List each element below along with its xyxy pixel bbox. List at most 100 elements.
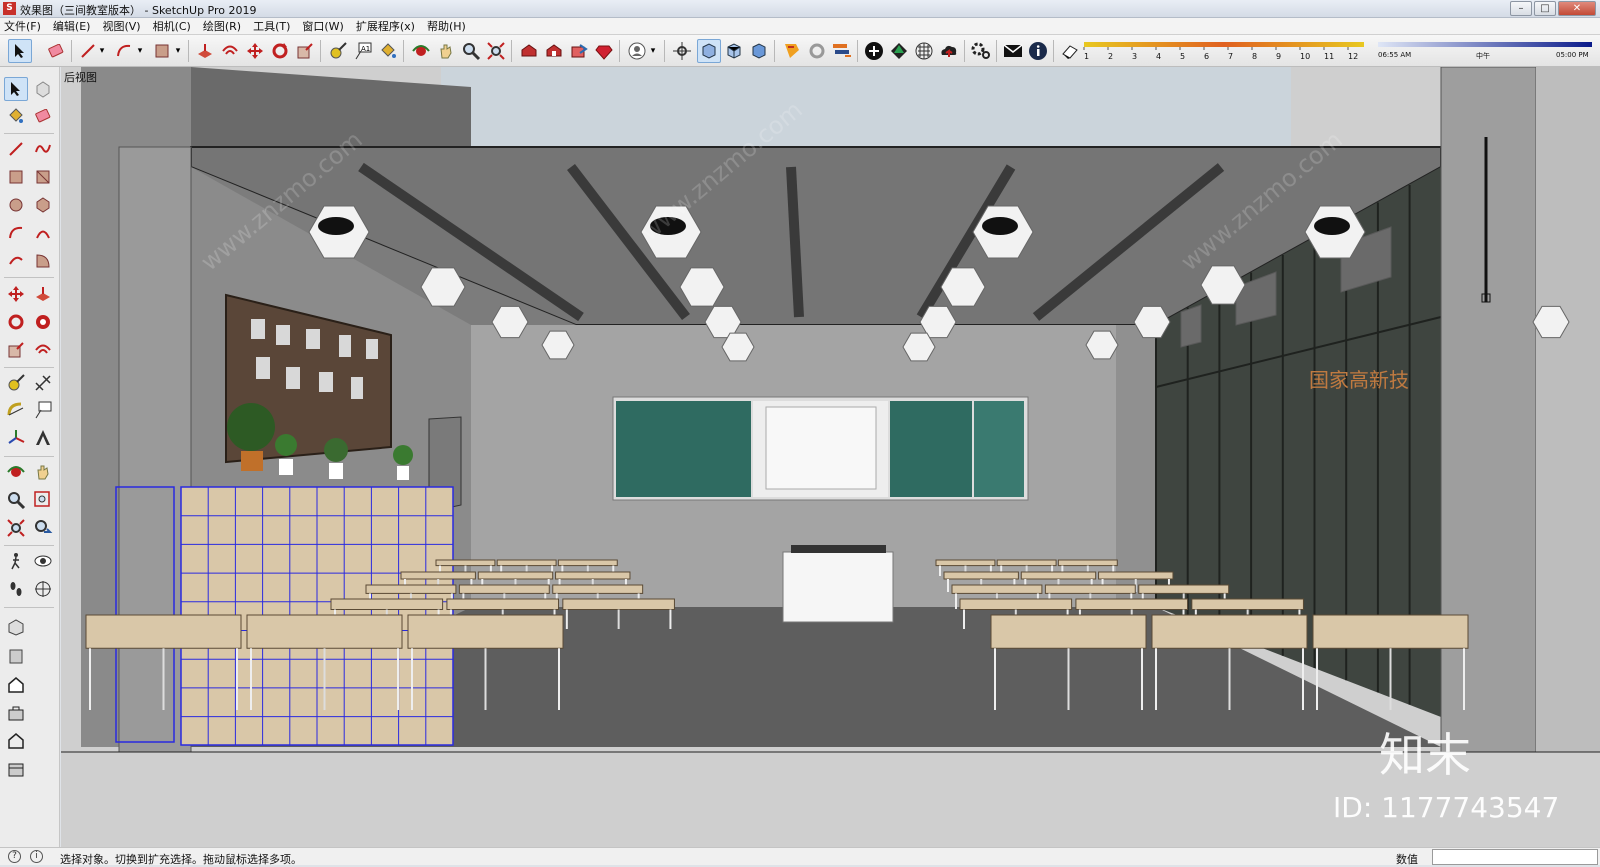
- axes-icon[interactable]: [4, 426, 28, 450]
- menu-camera[interactable]: 相机(C): [153, 18, 191, 34]
- user-account-icon[interactable]: [625, 39, 649, 63]
- zoom-window-icon[interactable]: [31, 488, 55, 512]
- rectangle-tool-icon[interactable]: [4, 165, 28, 189]
- components-icon[interactable]: [4, 644, 28, 668]
- minimize-button[interactable]: –: [1510, 1, 1532, 16]
- styles-icon[interactable]: [780, 39, 804, 63]
- move-icon[interactable]: [4, 282, 28, 306]
- shadow-time-slider[interactable]: 06:55 AM 中午 05:00 PM: [1376, 39, 1596, 63]
- section-plane-icon[interactable]: [31, 577, 55, 601]
- storage-box-icon[interactable]: [4, 757, 28, 781]
- zoom-extents-icon[interactable]: [4, 516, 28, 540]
- text-tool-icon[interactable]: A1: [351, 39, 375, 63]
- menu-help[interactable]: 帮助(H): [427, 18, 466, 34]
- message-icon[interactable]: [1001, 39, 1025, 63]
- extension-warehouse-icon[interactable]: [542, 39, 566, 63]
- gear-icon[interactable]: [969, 39, 993, 63]
- terrain-icon[interactable]: [887, 39, 911, 63]
- measurements-input[interactable]: [1432, 849, 1598, 865]
- eraser-icon[interactable]: [44, 39, 68, 63]
- home-outline-icon[interactable]: [4, 729, 28, 753]
- zoom-extents-icon[interactable]: [484, 39, 508, 63]
- model-viewport[interactable]: 国家高新技 训基 后视图 知末 ID: 1177743547 www.znzmo…: [61, 67, 1600, 847]
- menu-edit[interactable]: 编辑(E): [53, 18, 91, 34]
- menu-tools[interactable]: 工具(T): [253, 18, 290, 34]
- chevron-down-icon[interactable]: ▾: [134, 39, 146, 63]
- two-point-arc-icon[interactable]: [31, 221, 55, 245]
- menu-window[interactable]: 窗口(W): [302, 18, 343, 34]
- pan-icon[interactable]: [434, 39, 458, 63]
- zoom-icon[interactable]: [4, 488, 28, 512]
- sketchup-app-icon[interactable]: S: [3, 2, 16, 15]
- pan-icon[interactable]: [31, 460, 55, 484]
- paint-bucket-icon[interactable]: [4, 104, 28, 128]
- maximize-button[interactable]: □: [1534, 1, 1556, 16]
- view-top-icon[interactable]: [747, 39, 771, 63]
- arc-tool-icon[interactable]: [112, 39, 136, 63]
- menu-file[interactable]: 文件(F): [4, 18, 41, 34]
- rotate-icon[interactable]: [268, 39, 292, 63]
- line-tool-icon[interactable]: [4, 137, 28, 161]
- offset-icon[interactable]: [31, 338, 55, 362]
- freehand-icon[interactable]: [31, 137, 55, 161]
- select-tool-icon[interactable]: [8, 39, 32, 63]
- orbit-icon[interactable]: [409, 39, 433, 63]
- arc-tool-icon[interactable]: [4, 221, 28, 245]
- walk-icon[interactable]: [4, 549, 28, 573]
- menu-view[interactable]: 视图(V): [102, 18, 140, 34]
- add-location-icon[interactable]: [862, 39, 886, 63]
- scale-icon[interactable]: [4, 338, 28, 362]
- follow-me-icon[interactable]: [31, 310, 55, 334]
- warehouse-icon[interactable]: [517, 39, 541, 63]
- scale-icon[interactable]: [293, 39, 317, 63]
- previous-view-icon[interactable]: [31, 516, 55, 540]
- warehouse-model-icon[interactable]: [4, 615, 28, 639]
- three-point-arc-icon[interactable]: [4, 249, 28, 273]
- dimension-icon[interactable]: [31, 371, 55, 395]
- shadow-toggle-icon[interactable]: [1058, 39, 1082, 63]
- pie-tool-icon[interactable]: [31, 249, 55, 273]
- chevron-down-icon[interactable]: ▾: [96, 39, 108, 63]
- briefcase-icon[interactable]: [4, 701, 28, 725]
- rotate-icon[interactable]: [4, 310, 28, 334]
- footprints-icon[interactable]: [4, 577, 28, 601]
- offset-icon[interactable]: [218, 39, 242, 63]
- info-icon[interactable]: [1026, 39, 1050, 63]
- ruby-gem-icon[interactable]: [592, 39, 616, 63]
- select-tool-icon[interactable]: [4, 77, 28, 101]
- view-front-icon[interactable]: [697, 39, 721, 63]
- tape-measure-icon[interactable]: [4, 371, 28, 395]
- cloud-upload-icon[interactable]: [937, 39, 961, 63]
- position-camera-icon[interactable]: [670, 39, 694, 63]
- refresh-icon[interactable]: [805, 39, 829, 63]
- tape-measure-icon[interactable]: [326, 39, 350, 63]
- rotated-rectangle-icon[interactable]: [31, 165, 55, 189]
- scene-tab-label[interactable]: 后视图: [64, 69, 97, 85]
- circle-tool-icon[interactable]: [4, 193, 28, 217]
- menu-draw[interactable]: 绘图(R): [203, 18, 241, 34]
- orbit-icon[interactable]: [4, 460, 28, 484]
- share-model-icon[interactable]: [567, 39, 591, 63]
- push-pull-icon[interactable]: [193, 39, 217, 63]
- 3d-text-icon[interactable]: [31, 426, 55, 450]
- polygon-tool-icon[interactable]: [31, 193, 55, 217]
- rectangle-tool-icon[interactable]: [150, 39, 174, 63]
- shadow-date-slider[interactable]: 1 2 3 4 5 6 7 8 9 10 11 12: [1082, 39, 1372, 63]
- view-iso-icon[interactable]: [722, 39, 746, 63]
- house-icon[interactable]: [4, 673, 28, 697]
- look-around-icon[interactable]: [31, 549, 55, 573]
- chevron-down-icon[interactable]: ▾: [647, 39, 659, 63]
- make-component-icon[interactable]: [31, 77, 55, 101]
- close-button[interactable]: ✕: [1558, 1, 1596, 16]
- paint-bucket-icon[interactable]: [376, 39, 400, 63]
- zoom-icon[interactable]: [459, 39, 483, 63]
- layers-icon[interactable]: [830, 39, 854, 63]
- menu-extensions[interactable]: 扩展程序(x): [356, 18, 415, 34]
- protractor-icon[interactable]: [4, 398, 28, 422]
- push-pull-icon[interactable]: [31, 282, 55, 306]
- help-circle-icon[interactable]: ?: [8, 850, 21, 863]
- info-icon[interactable]: i: [30, 850, 43, 863]
- move-icon[interactable]: [243, 39, 267, 63]
- chevron-down-icon[interactable]: ▾: [172, 39, 184, 63]
- text-tool-icon[interactable]: [31, 398, 55, 422]
